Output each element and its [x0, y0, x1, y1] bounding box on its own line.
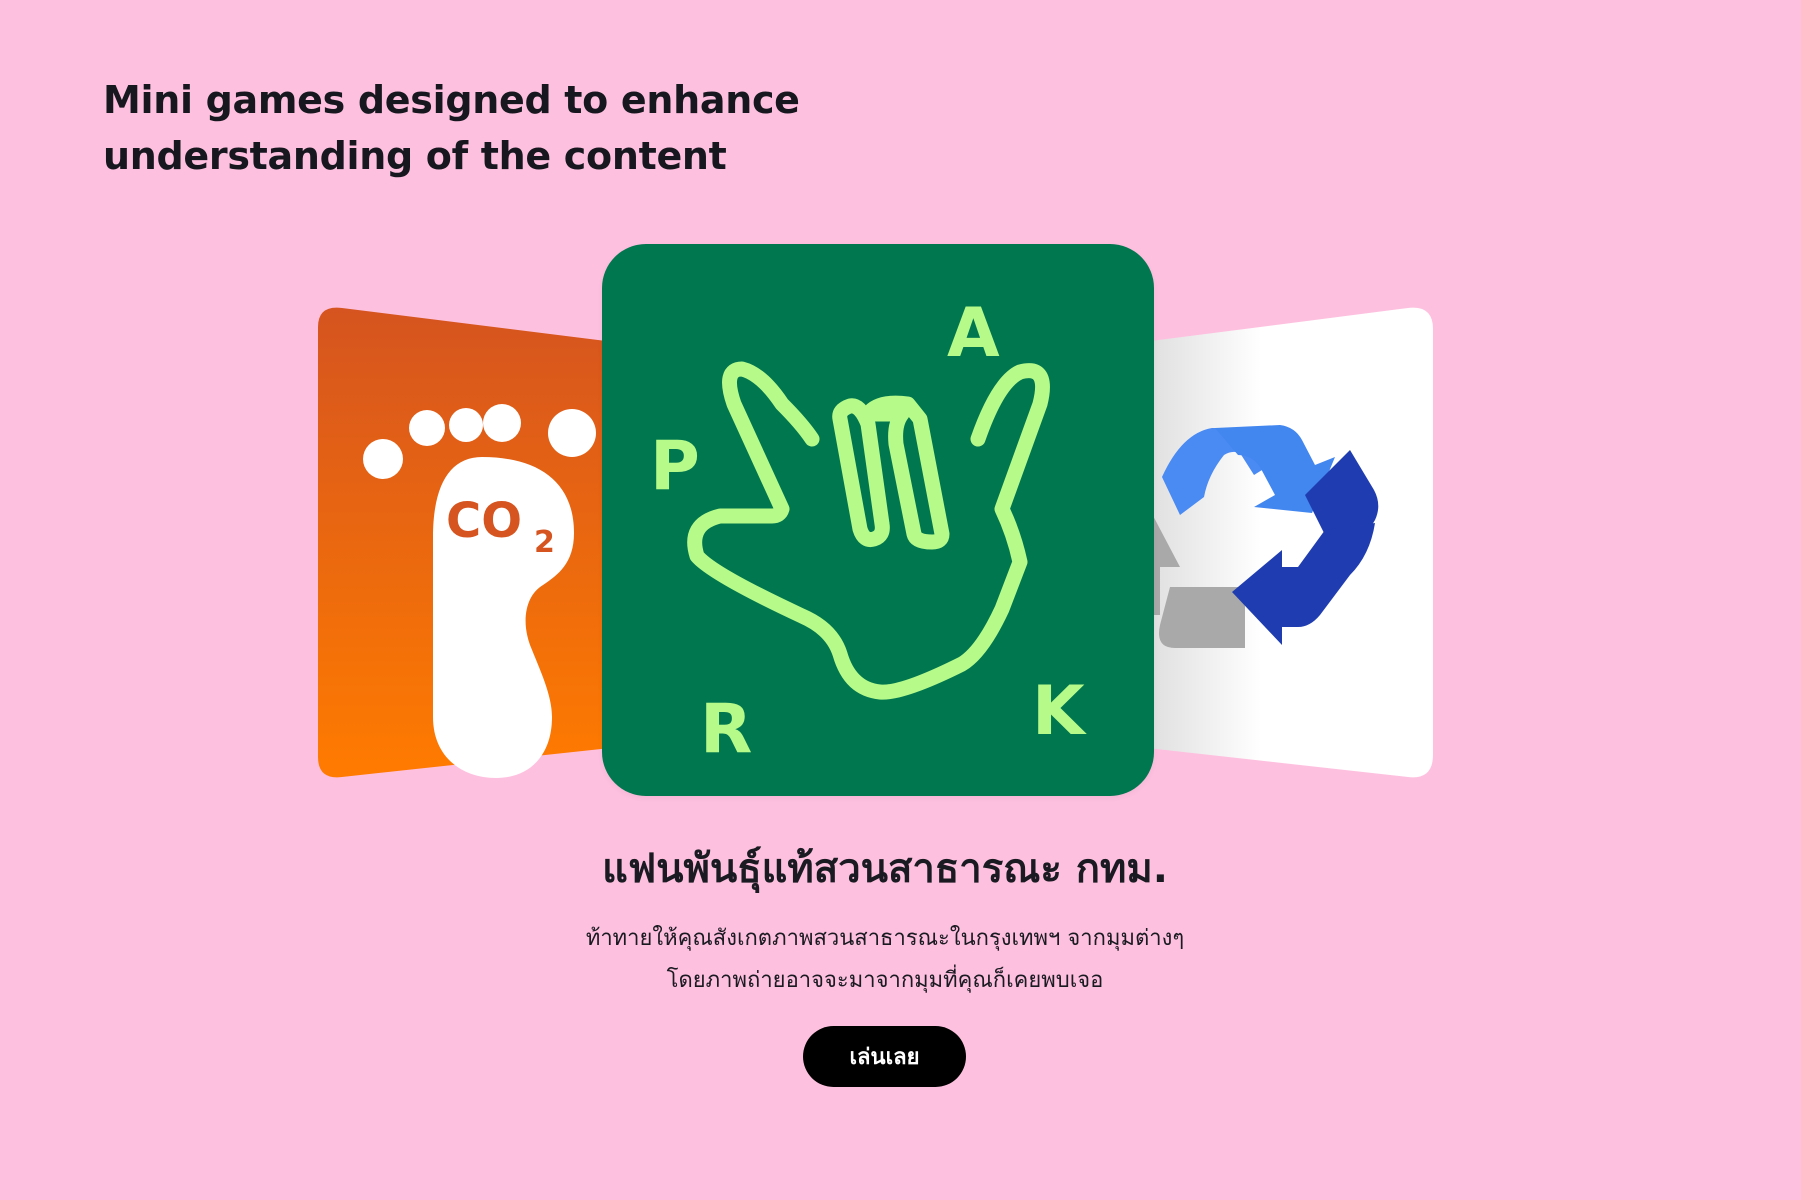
- game-card-recycle[interactable]: [1120, 305, 1433, 780]
- headline-line-2: understanding of the content: [103, 134, 727, 178]
- hand-sign-park-icon: A P R K: [650, 294, 1087, 769]
- game-card-co2-footprint[interactable]: CO 2: [318, 305, 638, 780]
- headline-line-1: Mini games designed to enhance: [103, 78, 800, 122]
- recycle-icon: [1120, 307, 1433, 778]
- letter-k: K: [1032, 672, 1087, 751]
- game-card-park[interactable]: A P R K: [602, 244, 1154, 796]
- letter-p: P: [650, 427, 700, 506]
- co2-label: CO: [446, 493, 522, 549]
- letter-r: R: [700, 690, 752, 769]
- game-title: แฟนพันธุ์แท้สวนสาธารณะ กทม.: [602, 846, 1168, 892]
- game-description-line-2: โดยภาพถ่ายอาจจะมาจากมุมที่คุณก็เคยพบเจอ: [666, 968, 1104, 993]
- letter-a: A: [947, 294, 1000, 373]
- page-headline: Mini games designed to enhance understan…: [103, 72, 803, 184]
- co2-footprint-icon: CO 2: [318, 307, 638, 778]
- game-description-line-1: ท้าทายให้คุณสังเกตภาพสวนสาธารณะในกรุงเทพ…: [585, 926, 1185, 951]
- co2-subscript: 2: [534, 525, 555, 560]
- play-button[interactable]: เล่นเลย: [803, 1026, 966, 1087]
- game-description: ท้าทายให้คุณสังเกตภาพสวนสาธารณะในกรุงเทพ…: [0, 918, 1770, 1002]
